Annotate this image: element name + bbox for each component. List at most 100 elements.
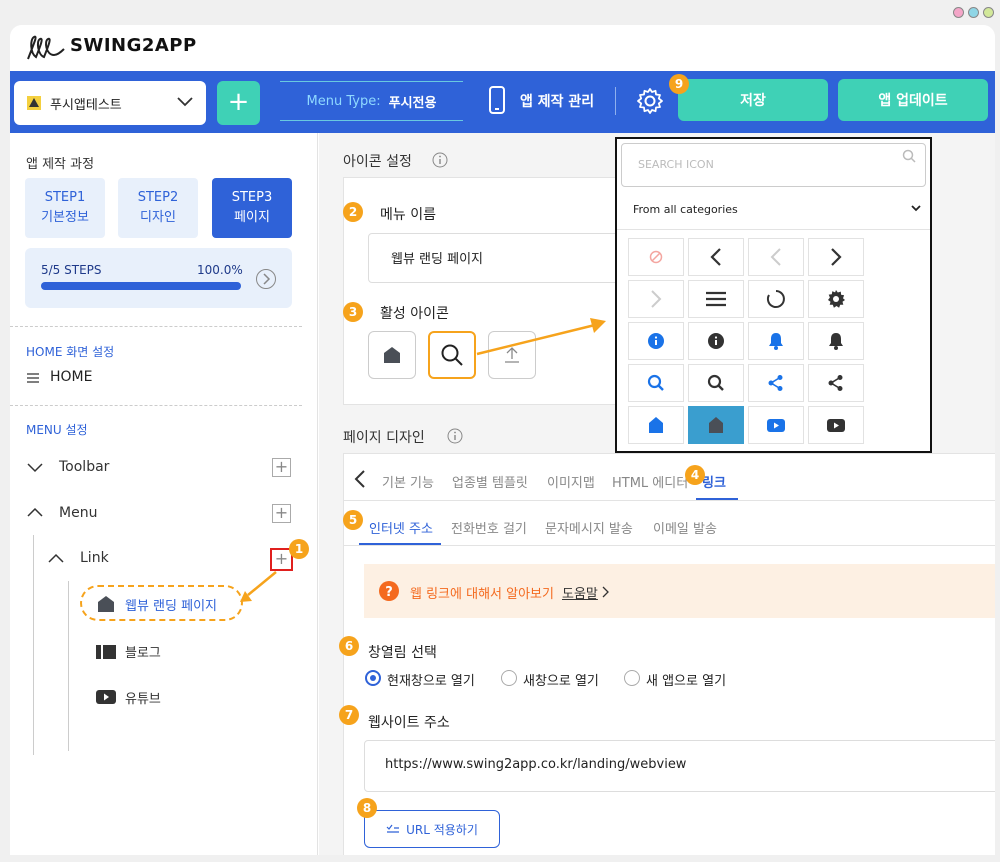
app-update-button[interactable]: 앱 업데이트 bbox=[838, 79, 988, 121]
window-dot-green[interactable] bbox=[983, 7, 994, 18]
tab-imagemap[interactable]: 이미지맵 bbox=[547, 472, 595, 491]
icon-option-home[interactable] bbox=[368, 331, 416, 379]
icon-option-search[interactable] bbox=[428, 331, 476, 379]
home-section-title: HOME 화면 설정 bbox=[26, 345, 115, 359]
radio-current-window-label: 현재창으로 열기 bbox=[387, 674, 475, 689]
subtab-phone[interactable]: 전화번호 걸기 bbox=[451, 518, 527, 537]
tree-menu[interactable]: Menu bbox=[59, 505, 97, 521]
chevron-right-icon bbox=[831, 248, 842, 266]
gear-icon[interactable] bbox=[636, 87, 664, 115]
category-select[interactable]: From all categories bbox=[633, 203, 738, 216]
progress-track bbox=[41, 282, 241, 290]
icon-option-upload[interactable] bbox=[488, 331, 536, 379]
save-button[interactable]: 저장 bbox=[678, 79, 828, 121]
tab-basic[interactable]: 기본 기능 bbox=[382, 472, 434, 491]
icon-cell-chevron-left[interactable] bbox=[688, 238, 744, 276]
site-url-input[interactable]: https://www.swing2app.co.kr/landing/webv… bbox=[364, 740, 995, 792]
next-circle-icon[interactable] bbox=[255, 268, 277, 290]
share-blue-icon bbox=[768, 375, 783, 391]
divider bbox=[615, 87, 616, 115]
step3-button[interactable]: STEP3 페이지 bbox=[212, 178, 292, 238]
tree-toolbar[interactable]: Toolbar bbox=[59, 459, 109, 475]
tree-link[interactable]: Link bbox=[80, 550, 109, 566]
add-app-button[interactable]: + bbox=[217, 81, 260, 125]
youtube-icon bbox=[827, 418, 845, 432]
search-icon bbox=[441, 344, 463, 366]
icon-cell-bell-blue[interactable] bbox=[748, 322, 804, 360]
icon-settings-card: 메뉴 이름 웹뷰 랜딩 페이지 활성 아이콘 bbox=[343, 177, 648, 405]
add-toolbar-button[interactable]: + bbox=[272, 458, 291, 477]
radio-new-app[interactable] bbox=[624, 670, 640, 686]
app-window: SWING2APP 푸시앱테스트 + Menu Type: 푸시전용 앱 제작 … bbox=[10, 25, 995, 855]
bars-icon bbox=[706, 291, 726, 307]
menu-type-label: Menu Type: bbox=[306, 93, 381, 109]
icon-cell-home-selected[interactable] bbox=[688, 406, 744, 444]
subtab-divider bbox=[344, 545, 995, 546]
apply-url-button[interactable]: URL 적용하기 bbox=[364, 810, 500, 848]
step2-button[interactable]: STEP2 디자인 bbox=[118, 178, 198, 238]
info-icon[interactable] bbox=[432, 152, 448, 168]
app-manage-link[interactable]: 앱 제작 관리 bbox=[520, 91, 594, 111]
chevron-left-icon[interactable] bbox=[354, 470, 366, 488]
tree-child-youtube[interactable]: 유튜브 bbox=[125, 688, 161, 707]
step1-button[interactable]: STEP1 기본정보 bbox=[25, 178, 105, 238]
chevron-up-icon[interactable] bbox=[48, 553, 64, 563]
step-badge-3: 3 bbox=[343, 302, 363, 322]
chevron-up-icon[interactable] bbox=[27, 507, 43, 517]
info-icon[interactable] bbox=[447, 428, 463, 444]
swing2app-logo-icon bbox=[27, 35, 65, 60]
icon-cell-spinner[interactable] bbox=[748, 280, 804, 318]
upload-icon bbox=[505, 347, 519, 363]
window-dot-pink[interactable] bbox=[953, 7, 964, 18]
icon-cell-info-blue[interactable] bbox=[628, 322, 684, 360]
icon-cell-youtube-blue[interactable] bbox=[748, 406, 804, 444]
tab-link[interactable]: 링크 bbox=[702, 472, 726, 491]
home-item[interactable]: HOME bbox=[50, 369, 92, 385]
tab-html-editor[interactable]: HTML 에디터 bbox=[612, 472, 688, 491]
tree-child-webview[interactable]: 웹뷰 랜딩 페이지 bbox=[125, 595, 217, 614]
progress-fill bbox=[41, 282, 241, 290]
tree-child-blog[interactable]: 블로그 bbox=[125, 642, 161, 661]
gear-icon bbox=[828, 290, 845, 308]
hamburger-icon bbox=[27, 373, 39, 383]
add-menu-button[interactable]: + bbox=[272, 504, 291, 523]
subtab-url[interactable]: 인터넷 주소 bbox=[369, 518, 433, 537]
icon-cell-ban[interactable] bbox=[628, 238, 684, 276]
icon-cell-bell-dark[interactable] bbox=[808, 322, 864, 360]
icon-cell-chevron-right-light[interactable] bbox=[628, 280, 684, 318]
icon-cell-search-dark[interactable] bbox=[688, 364, 744, 402]
radio-current-window[interactable] bbox=[365, 670, 381, 686]
menu-name-input[interactable]: 웹뷰 랜딩 페이지 bbox=[368, 233, 648, 283]
subtab-email[interactable]: 이메일 발송 bbox=[653, 518, 717, 537]
step-badge-8: 8 bbox=[357, 798, 377, 818]
icon-cell-chevron-left-light[interactable] bbox=[748, 238, 804, 276]
search-icon bbox=[707, 374, 724, 391]
step2-line2: 디자인 bbox=[140, 210, 176, 225]
chevron-down-icon bbox=[177, 97, 193, 107]
ban-icon bbox=[649, 250, 663, 264]
icon-cell-gear[interactable] bbox=[808, 280, 864, 318]
progress-label: 5/5 STEPS bbox=[41, 263, 102, 277]
section-divider bbox=[10, 405, 302, 406]
icon-cell-search-blue[interactable] bbox=[628, 364, 684, 402]
icon-cell-info-dark[interactable] bbox=[688, 322, 744, 360]
subtab-sms[interactable]: 문자메시지 발송 bbox=[545, 518, 633, 537]
icon-cell-bars[interactable] bbox=[688, 280, 744, 318]
tab-templates[interactable]: 업종별 템플릿 bbox=[452, 472, 528, 491]
window-dot-blue[interactable] bbox=[968, 7, 979, 18]
home-icon bbox=[709, 417, 723, 433]
icon-cell-youtube-dark[interactable] bbox=[808, 406, 864, 444]
window-controls bbox=[953, 7, 994, 18]
radio-new-window[interactable] bbox=[501, 670, 517, 686]
app-name: 푸시앱테스트 bbox=[50, 97, 122, 113]
icon-cell-chevron-right[interactable] bbox=[808, 238, 864, 276]
icon-search-input[interactable]: SEARCH ICON bbox=[621, 143, 926, 187]
chevron-down-icon[interactable] bbox=[27, 463, 43, 473]
search-icon bbox=[902, 149, 916, 163]
step3-line2: 페이지 bbox=[234, 210, 270, 225]
icon-cell-share-dark[interactable] bbox=[808, 364, 864, 402]
help-link[interactable]: 도움말 bbox=[562, 583, 598, 602]
icon-cell-home-blue[interactable] bbox=[628, 406, 684, 444]
app-selector[interactable]: 푸시앱테스트 bbox=[14, 81, 206, 125]
icon-cell-share-blue[interactable] bbox=[748, 364, 804, 402]
